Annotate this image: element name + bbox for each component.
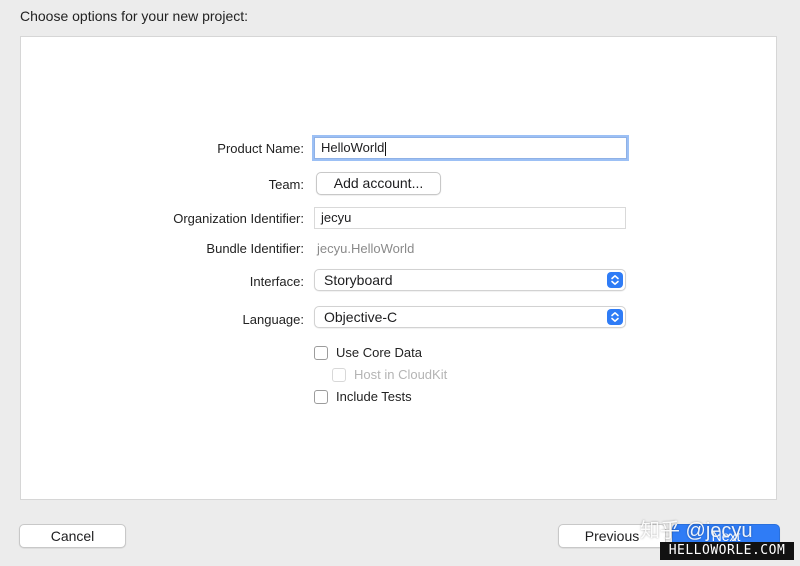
language-label: Language: bbox=[242, 312, 304, 327]
host-in-cloudkit-checkbox bbox=[332, 368, 346, 382]
organization-identifier-input[interactable]: jecyu bbox=[314, 207, 626, 229]
bundle-identifier-label: Bundle Identifier: bbox=[206, 241, 304, 256]
text-caret bbox=[385, 141, 387, 156]
watermark-badge: HELLOWORLE.COM bbox=[660, 542, 794, 560]
add-account-button[interactable]: Add account... bbox=[316, 172, 441, 195]
chevron-up-down-icon bbox=[607, 272, 623, 288]
language-popup[interactable]: Objective-C bbox=[314, 306, 626, 328]
include-tests-checkbox[interactable] bbox=[314, 390, 328, 404]
use-core-data-label: Use Core Data bbox=[336, 345, 422, 360]
host-in-cloudkit-label: Host in CloudKit bbox=[354, 367, 448, 382]
language-selected-value: Objective-C bbox=[324, 309, 398, 325]
product-name-input[interactable]: HelloWorld bbox=[314, 137, 627, 159]
interface-selected-value: Storyboard bbox=[324, 272, 393, 288]
options-panel bbox=[20, 36, 777, 500]
cancel-button[interactable]: Cancel bbox=[19, 524, 126, 548]
organization-identifier-label: Organization Identifier: bbox=[173, 211, 304, 226]
interface-label: Interface: bbox=[249, 274, 304, 289]
watermark-text: 知乎 @jecyu bbox=[640, 520, 753, 542]
bundle-identifier-value: jecyu.HelloWorld bbox=[317, 241, 415, 256]
product-name-value: HelloWorld bbox=[321, 140, 385, 155]
interface-popup[interactable]: Storyboard bbox=[314, 269, 626, 291]
use-core-data-checkbox[interactable] bbox=[314, 346, 328, 360]
include-tests-label: Include Tests bbox=[336, 389, 412, 404]
team-label: Team: bbox=[268, 177, 304, 192]
product-name-label: Product Name: bbox=[217, 141, 304, 156]
page-title: Choose options for your new project: bbox=[20, 8, 249, 24]
chevron-up-down-icon bbox=[607, 309, 623, 325]
